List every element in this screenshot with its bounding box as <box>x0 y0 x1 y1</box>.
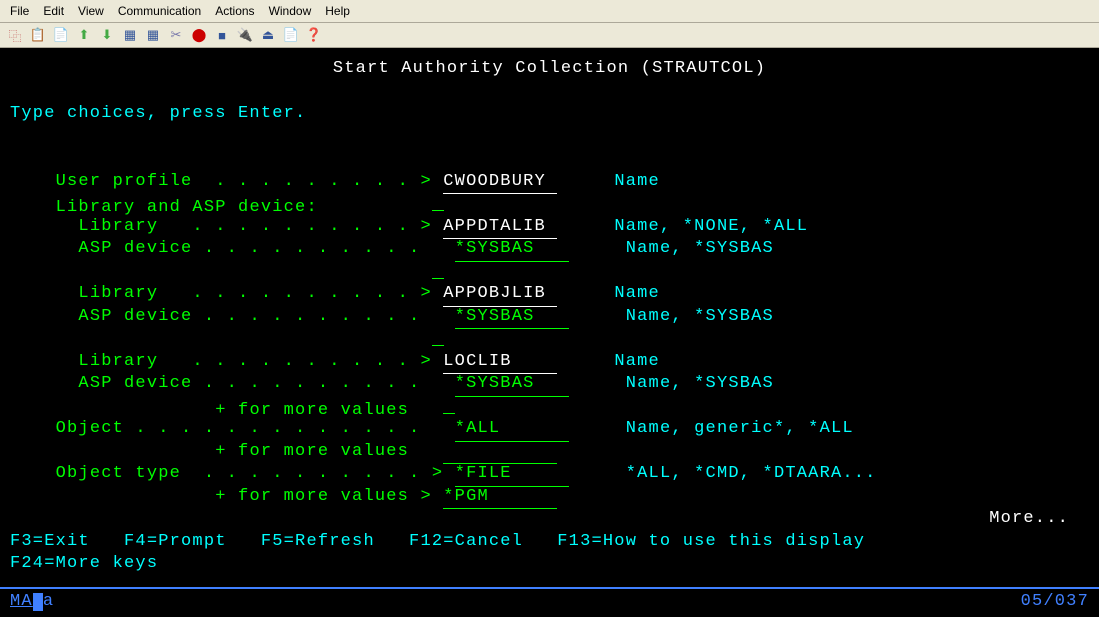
menu-actions[interactable]: Actions <box>209 2 260 20</box>
library3-input[interactable]: LOCLIB <box>443 351 557 375</box>
asp2-input[interactable]: *SYSBAS <box>455 306 569 330</box>
ma-indicator: MA <box>10 591 33 614</box>
copy2-icon[interactable]: 📋 <box>29 26 47 44</box>
menu-window[interactable]: Window <box>263 2 318 20</box>
objtype-hint: *ALL, *CMD, *DTAARA... <box>626 464 877 483</box>
status-a: a <box>43 591 54 614</box>
paste-icon[interactable]: 📄 <box>52 26 70 44</box>
lib-asp-label: Library and ASP device: <box>56 198 318 217</box>
status-bar: MA a 05/037 <box>0 587 1099 617</box>
grid2-icon[interactable]: ▦ <box>144 26 162 44</box>
lib-asp-marker[interactable] <box>432 193 444 211</box>
more-indicator: More... <box>10 508 1089 531</box>
asp1-input[interactable]: *SYSBAS <box>455 238 569 262</box>
asp3-hint: Name, *SYSBAS <box>626 374 774 393</box>
upload-icon[interactable]: ⬆ <box>75 26 93 44</box>
user-profile-hint: Name <box>614 172 660 191</box>
terminal-screen: Start Authority Collection (STRAUTCOL) T… <box>0 48 1099 617</box>
menu-communication[interactable]: Communication <box>112 2 207 20</box>
help-icon[interactable]: ❓ <box>305 26 323 44</box>
scissors-icon[interactable]: ✂ <box>167 26 185 44</box>
eject-icon[interactable]: ⏏ <box>259 26 277 44</box>
user-profile-input[interactable]: CWOODBURY <box>443 171 557 195</box>
object-hint: Name, generic*, *ALL <box>626 419 854 438</box>
blank-marker-1[interactable] <box>432 261 444 279</box>
asp3-input[interactable]: *SYSBAS <box>455 373 569 397</box>
record-icon[interactable]: ⬤ <box>190 26 208 44</box>
objtype2-input[interactable]: *PGM <box>443 486 557 510</box>
fkeys-line2: F24=More keys <box>10 553 1089 576</box>
fkeys-line1: F3=Exit F4=Prompt F5=Refresh F12=Cancel … <box>10 531 1089 554</box>
cursor-indicator <box>33 593 43 611</box>
asp2-label: ASP device . . . . . . . . . . <box>56 307 421 326</box>
copy-icon[interactable]: ⿻ <box>6 26 24 44</box>
user-profile-label: User profile . . . . . . . . . <box>56 172 409 191</box>
menu-help[interactable]: Help <box>319 2 356 20</box>
asp2-hint: Name, *SYSBAS <box>626 307 774 326</box>
grid-icon[interactable]: ▦ <box>121 26 139 44</box>
objtype-label: Object type . . . . . . . . . . <box>56 464 421 483</box>
connect-icon[interactable]: 🔌 <box>236 26 254 44</box>
doc-icon[interactable]: 📄 <box>282 26 300 44</box>
asp3-label: ASP device . . . . . . . . . . <box>56 374 421 393</box>
stop-icon[interactable]: ■ <box>213 26 231 44</box>
library1-input[interactable]: APPDTALIB <box>443 216 557 240</box>
cursor-position: 05/037 <box>1021 591 1089 614</box>
objtype1-input[interactable]: *FILE <box>455 463 569 487</box>
blank-marker-2[interactable] <box>432 328 444 346</box>
more-values2-input[interactable] <box>443 441 557 465</box>
screen-title: Start Authority Collection (STRAUTCOL) <box>10 58 1089 81</box>
library2-input[interactable]: APPOBJLIB <box>443 283 557 307</box>
object-input[interactable]: *ALL <box>455 418 569 442</box>
library2-hint: Name <box>614 284 660 303</box>
toolbar: ⿻ 📋 📄 ⬆ ⬇ ▦ ▦ ✂ ⬤ ■ 🔌 ⏏ 📄 ❓ <box>0 23 1099 48</box>
more-values1-input[interactable] <box>443 396 455 414</box>
menu-bar: File Edit View Communication Actions Win… <box>0 0 1099 23</box>
library3-hint: Name <box>614 352 660 371</box>
object-label: Object . . . . . . . . . . . . . <box>56 419 421 438</box>
more-values3-label: + for more values <box>56 487 409 506</box>
library2-label: Library . . . . . . . . . . <box>56 284 409 303</box>
more-values1-label: + for more values <box>56 401 409 420</box>
library3-label: Library . . . . . . . . . . <box>56 352 409 371</box>
library1-label: Library . . . . . . . . . . <box>56 217 409 236</box>
menu-edit[interactable]: Edit <box>37 2 70 20</box>
asp1-hint: Name, *SYSBAS <box>626 239 774 258</box>
asp1-label: ASP device . . . . . . . . . . <box>56 239 421 258</box>
more-values2-label: + for more values <box>56 442 409 461</box>
menu-view[interactable]: View <box>72 2 110 20</box>
instruction-text: Type choices, press Enter. <box>10 103 1089 126</box>
library1-hint: Name, *NONE, *ALL <box>614 217 808 236</box>
menu-file[interactable]: File <box>4 2 35 20</box>
download-icon[interactable]: ⬇ <box>98 26 116 44</box>
